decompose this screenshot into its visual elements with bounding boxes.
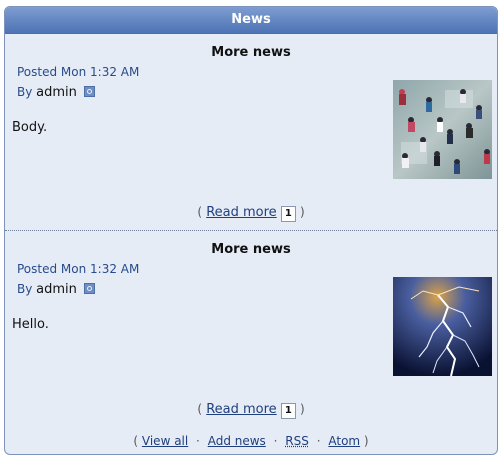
news-title: More news — [211, 45, 291, 60]
atom-link[interactable]: Atom — [328, 434, 360, 448]
author-name: admin — [36, 85, 77, 100]
posted-date: Posted Mon 1:32 AM — [17, 65, 140, 79]
panel-footer: ( View all · Add news · RSS · Atom ) — [5, 434, 497, 448]
separator: · — [273, 434, 278, 448]
open-paren: ( — [197, 402, 203, 416]
add-news-link[interactable]: Add news — [208, 434, 266, 448]
read-more-link[interactable]: Read more — [206, 205, 276, 220]
news-title: More news — [211, 242, 291, 257]
open-paren: ( — [133, 434, 139, 448]
close-paren: ) — [363, 434, 369, 448]
news-item: More news Posted Mon 1:32 AM By admin He… — [5, 230, 497, 426]
separator: · — [196, 434, 200, 448]
news-panel: News More news Posted Mon 1:32 AM By adm… — [4, 6, 498, 455]
author-line: By admin — [17, 282, 95, 297]
close-paren: ) — [299, 402, 305, 416]
posted-date: Posted Mon 1:32 AM — [17, 262, 140, 276]
comment-count-badge[interactable]: 1 — [280, 206, 296, 222]
author-line: By admin — [17, 85, 95, 100]
news-item: More news Posted Mon 1:32 AM By admin Bo… — [5, 34, 497, 230]
by-label: By — [17, 282, 33, 296]
comment-count-badge[interactable]: 1 — [280, 403, 296, 419]
read-more-link[interactable]: Read more — [206, 402, 276, 417]
author-name: admin — [36, 282, 77, 297]
read-more-line: ( Read more 1 ) — [5, 205, 497, 222]
news-body: Body. — [12, 120, 48, 135]
view-all-link[interactable]: View all — [142, 434, 188, 448]
crowd-photo[interactable] — [393, 80, 492, 179]
profile-icon[interactable] — [83, 86, 95, 97]
by-label: By — [17, 85, 33, 99]
close-paren: ) — [299, 205, 305, 219]
read-more-line: ( Read more 1 ) — [5, 402, 497, 419]
separator: · — [316, 434, 321, 448]
lightning-photo[interactable] — [393, 277, 492, 376]
open-paren: ( — [197, 205, 203, 219]
rss-link[interactable]: RSS — [285, 434, 309, 448]
news-body: Hello. — [12, 317, 49, 332]
panel-title: News — [5, 7, 497, 34]
profile-icon[interactable] — [83, 283, 95, 294]
